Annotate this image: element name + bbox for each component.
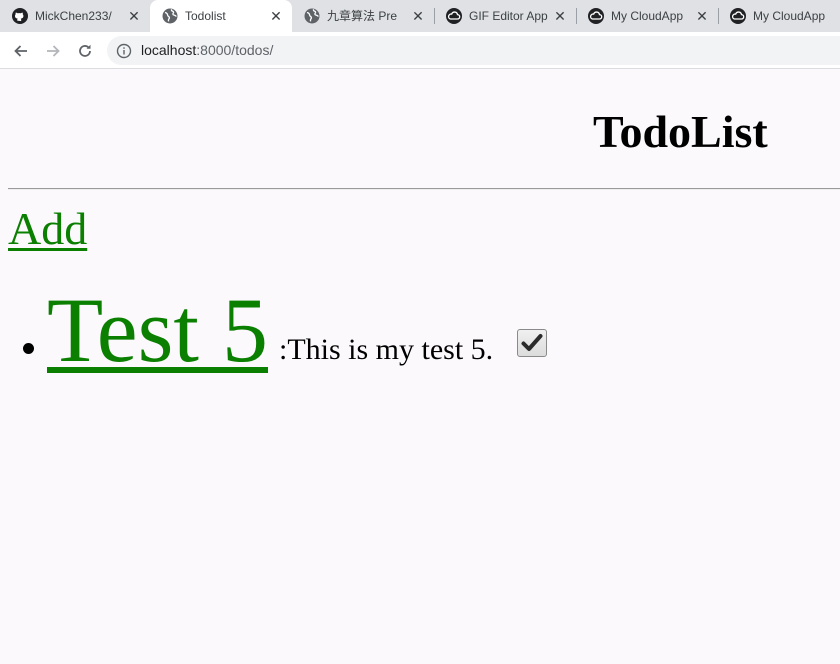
reload-icon [79,44,91,57]
globe-icon [304,8,320,24]
address-bar[interactable]: localhost:8000/todos/ [107,36,840,65]
tab-label: My CloudApp [753,9,826,23]
tab-cloudapp-2[interactable]: My CloudApp [718,0,840,32]
horizontal-rule [8,188,840,190]
close-icon[interactable]: ✕ [410,8,426,24]
tab-jiuzhang[interactable]: 九章算法 Pre- ✕ [292,0,434,32]
info-icon[interactable] [116,43,132,59]
close-icon[interactable]: ✕ [126,8,142,24]
tab-label: MickChen233/ [35,9,112,23]
forward-arrow-icon [47,45,60,57]
checkmark-icon [521,334,543,351]
globe-icon [162,8,178,24]
tab-label: Todolist [185,9,226,23]
close-icon[interactable]: ✕ [268,8,284,24]
cloudapp-icon [730,8,746,24]
tab-label: My CloudApp [611,9,684,23]
todo-list-item: Test 5 :This is my test 5. [0,278,840,388]
tab-cloudapp-1[interactable]: My CloudApp ✕ [576,0,718,32]
tab-gif-editor[interactable]: GIF Editor App ✕ [434,0,576,32]
tab-github[interactable]: MickChen233/ ✕ [0,0,150,32]
page-content: TodoList Add Test 5 :This is my test 5. [0,70,840,664]
tab-label: GIF Editor App [469,9,548,23]
page-title: TodoList [593,106,768,157]
tab-strip: MickChen233/ ✕ Todolist ✕ 九章算法 Pre- ✕ GI… [0,0,840,32]
url-text[interactable]: localhost:8000/todos/ [141,42,273,59]
url-path: :8000/todos/ [196,42,274,58]
cloudapp-icon [446,8,462,24]
close-icon[interactable]: ✕ [552,8,568,24]
back-arrow-icon [14,45,27,57]
github-icon [12,8,28,24]
tab-label: 九章算法 Pre- [327,9,397,23]
close-icon[interactable]: ✕ [694,8,710,24]
todo-title-link[interactable]: Test 5 [47,280,268,380]
back-button[interactable] [9,39,33,63]
url-host: localhost [141,42,197,58]
add-todo-link[interactable]: Add [8,203,87,255]
list-bullet [23,343,34,354]
reload-button[interactable] [73,39,97,63]
todo-description: :This is my test 5. [279,333,494,366]
todo-completed-checkbox[interactable] [517,329,547,357]
forward-button[interactable] [41,39,65,63]
tab-todolist[interactable]: Todolist ✕ [150,0,292,32]
browser-toolbar: localhost:8000/todos/ [0,32,840,69]
cloudapp-icon [588,8,604,24]
